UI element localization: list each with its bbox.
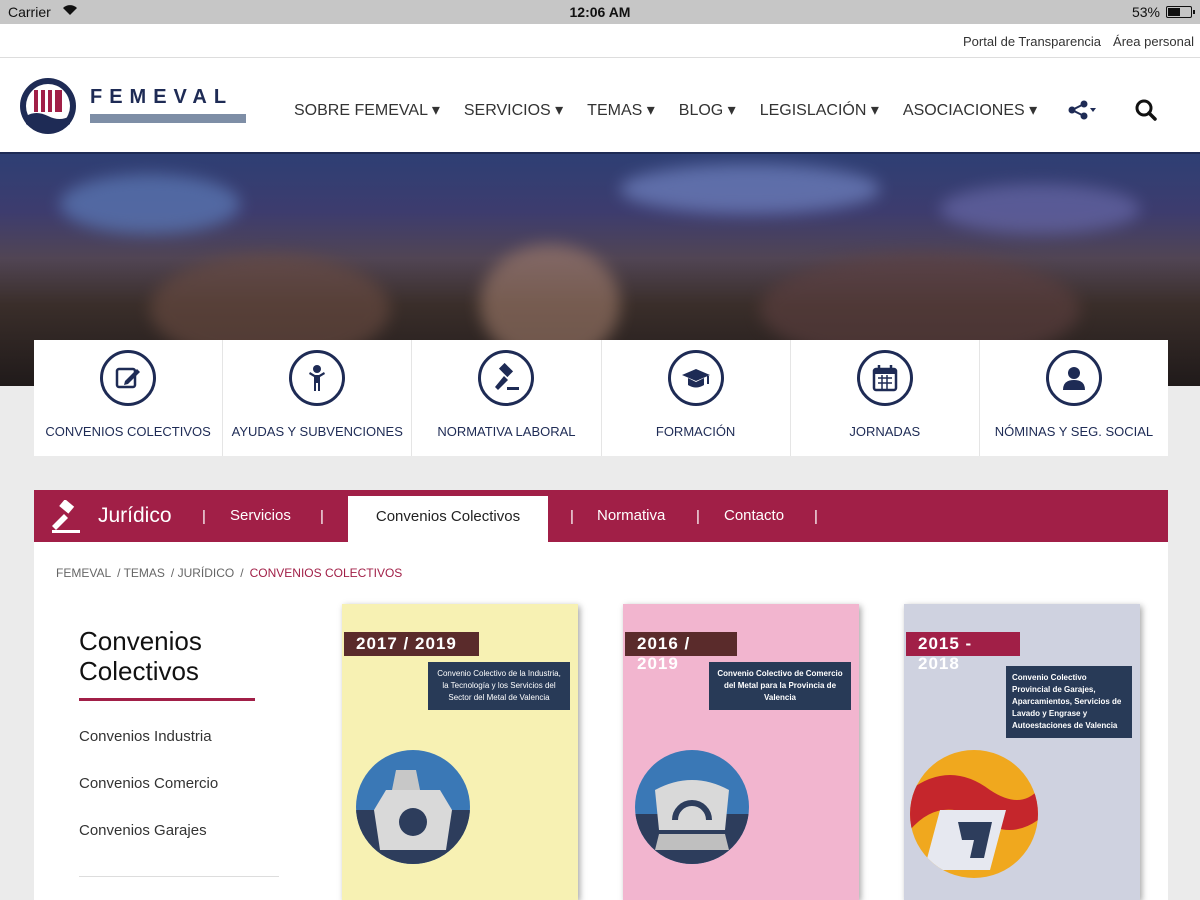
category-jornadas[interactable]: JORNADAS: [791, 340, 980, 456]
nav-servicios[interactable]: SERVICIOS ▾: [464, 100, 563, 120]
main-nav: SOBRE FEMEVAL ▾ SERVICIOS ▾ TEMAS ▾ BLOG…: [294, 100, 1037, 120]
battery-percent: 53%: [1131, 4, 1160, 20]
main-content: FEMEVAL / TEMAS / JURÍDICO / CONVENIOS C…: [34, 542, 1168, 900]
hero-blur: [60, 174, 240, 234]
book-year: 2015 - 2018: [906, 632, 1020, 673]
personal-area-link[interactable]: Área personal: [1113, 34, 1194, 49]
sidebar-divider: [79, 876, 279, 877]
nav-blog[interactable]: BLOG ▾: [679, 100, 736, 120]
nav-temas[interactable]: TEMAS ▾: [587, 100, 655, 120]
battery-icon: [1166, 6, 1195, 18]
section-tab-bar: Jurídico | Servicios | Convenios Colecti…: [34, 490, 1168, 542]
hero-blur: [940, 184, 1140, 234]
breadcrumb-temas[interactable]: / TEMAS: [117, 566, 165, 580]
breadcrumb-juridico[interactable]: / JURÍDICO: [171, 566, 234, 580]
tab-servicios[interactable]: Servicios: [230, 507, 291, 524]
gavel-icon: [50, 499, 82, 534]
book-cover-garajes[interactable]: 2015 - 2018 Convenio Colectivo Provincia…: [904, 604, 1140, 900]
share-icon[interactable]: [1068, 100, 1098, 125]
category-ayudas[interactable]: AYUDAS Y SUBVENCIONES: [223, 340, 413, 456]
femeval-logo[interactable]: FEMEVAL: [18, 76, 250, 140]
tab-contacto[interactable]: Contacto: [724, 507, 784, 524]
status-bar: Carrier 12:06 AM 53%: [0, 0, 1200, 24]
tab-separator: |: [696, 508, 700, 525]
edit-icon: [100, 350, 157, 406]
hero-blur: [620, 164, 880, 214]
breadcrumb-femeval[interactable]: FEMEVAL: [56, 566, 111, 580]
logo-wordmark: FEMEVAL: [90, 86, 234, 108]
tab-separator: |: [814, 508, 818, 525]
search-icon[interactable]: [1134, 98, 1158, 122]
site-header: FEMEVAL SOBRE FEMEVAL ▾ SERVICIOS ▾ TEMA…: [0, 58, 1200, 154]
breadcrumb: FEMEVAL / TEMAS / JURÍDICO / CONVENIOS C…: [56, 566, 402, 580]
tab-convenios-colectivos[interactable]: Convenios Colectivos: [348, 496, 548, 542]
category-convenios[interactable]: CONVENIOS COLECTIVOS: [34, 340, 224, 456]
book-title: Convenio Colectivo de la Industria, la T…: [428, 662, 570, 710]
book-title: Convenio Colectivo Provincial de Garajes…: [1006, 666, 1132, 738]
calendar-icon: [856, 350, 913, 406]
graduation-cap-icon: [667, 350, 724, 406]
category-label: NÓMINAS Y SEG. SOCIAL: [994, 424, 1154, 439]
gear-emblem-icon: [635, 750, 749, 864]
user-icon: [1045, 350, 1102, 406]
category-formacion[interactable]: FORMACIÓN: [602, 340, 791, 456]
tab-normativa[interactable]: Normativa: [597, 507, 665, 524]
book-year: 2017 / 2019: [344, 632, 479, 656]
tab-separator: |: [320, 508, 324, 525]
sidebar-links: Convenios Industria Convenios Comercio C…: [79, 728, 218, 869]
garage-emblem-icon: [910, 750, 1038, 878]
breadcrumb-separator: /: [240, 566, 244, 580]
gear-emblem-icon: [356, 750, 470, 864]
nav-asociaciones[interactable]: ASOCIACIONES ▾: [903, 100, 1037, 120]
nav-legislacion[interactable]: LEGISLACIÓN ▾: [760, 100, 879, 120]
sidebar-link-comercio[interactable]: Convenios Comercio: [79, 775, 218, 822]
book-cover-comercio[interactable]: 2016 / 2019 Convenio Colectivo de Comerc…: [623, 604, 859, 900]
nav-sobre-femeval[interactable]: SOBRE FEMEVAL ▾: [294, 100, 440, 120]
battery-fill: [1168, 8, 1180, 16]
breadcrumb-current: CONVENIOS COLECTIVOS: [249, 566, 403, 580]
sidebar-link-garajes[interactable]: Convenios Garajes: [79, 822, 218, 869]
sidebar-link-industria[interactable]: Convenios Industria: [79, 728, 218, 775]
book-cover-industria[interactable]: 2017 / 2019 Convenio Colectivo de la Ind…: [342, 604, 578, 900]
clock: 12:06 AM: [569, 4, 631, 20]
utility-bar: Portal de Transparencia Área personal: [0, 24, 1200, 58]
section-title: Jurídico: [98, 504, 172, 527]
tab-separator: |: [570, 508, 574, 525]
transparency-portal-link[interactable]: Portal de Transparencia: [963, 34, 1101, 49]
category-grid: CONVENIOS COLECTIVOS AYUDAS Y SUBVENCION…: [34, 340, 1168, 456]
gavel-icon: [478, 350, 535, 406]
tab-separator: |: [202, 508, 206, 525]
book-title: Convenio Colectivo de Comercio del Metal…: [709, 662, 851, 710]
gear-logo-icon: [20, 78, 76, 134]
category-nominas[interactable]: NÓMINAS Y SEG. SOCIAL: [980, 340, 1168, 456]
book-year: 2016 / 2019: [625, 632, 737, 673]
sidebar-title-rule: [79, 698, 255, 701]
sidebar-title: Convenios Colectivos: [79, 626, 202, 686]
logo-bar: [90, 114, 246, 123]
person-icon: [289, 350, 346, 406]
category-normativa[interactable]: NORMATIVA LABORAL: [412, 340, 602, 456]
